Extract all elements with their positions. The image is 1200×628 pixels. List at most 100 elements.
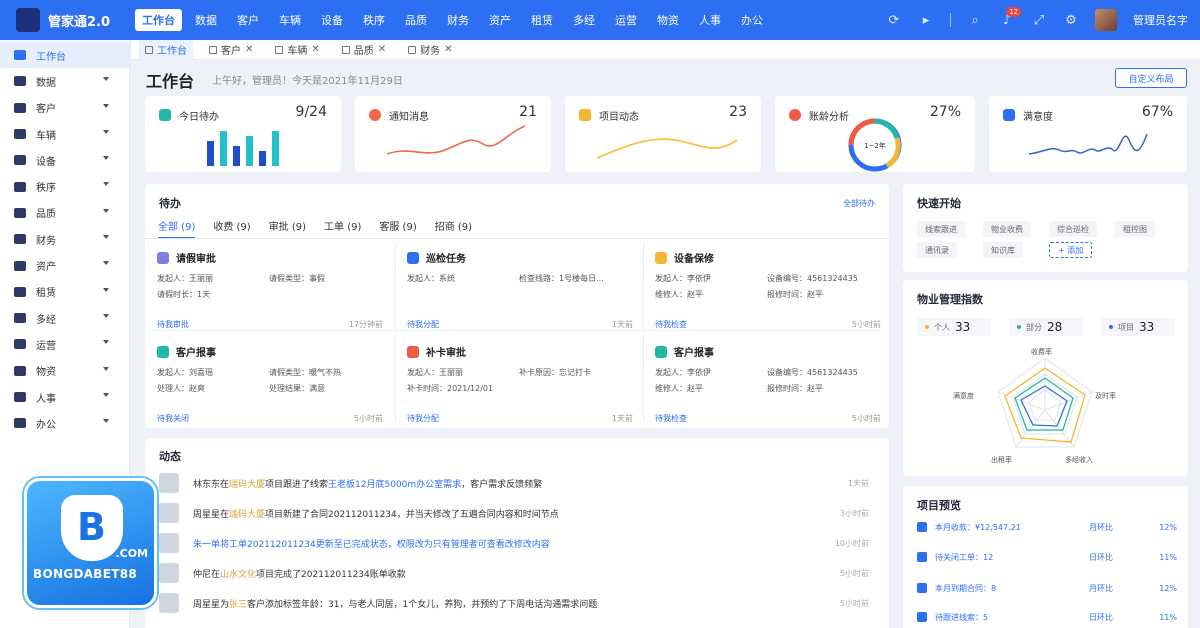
card-action-link[interactable]: 待我检查 bbox=[655, 319, 687, 330]
tab-workbench[interactable]: 工作台 bbox=[139, 39, 193, 60]
card-action-link[interactable]: 待我关闭 bbox=[157, 413, 189, 424]
todo-card-customer-report[interactable]: 客户报事 发起人：刘喜瑶 请假类型：暖气不热 处理人：赵爽 处理结果：满意 待我关闭… bbox=[157, 336, 395, 426]
project-row-icon bbox=[917, 583, 927, 593]
sidebar-item-vehicle[interactable]: 车辆 bbox=[0, 121, 129, 147]
topnav-lease[interactable]: 租赁 bbox=[524, 9, 560, 31]
card-action-link[interactable]: 待我检查 bbox=[655, 413, 687, 424]
topnav-office[interactable]: 办公 bbox=[734, 9, 770, 31]
activity-text: 周星星在瑞码大厦项目新建了合同202112011234，并当天修改了五遍合同内容… bbox=[193, 509, 559, 520]
avatar bbox=[159, 593, 179, 613]
bell-icon[interactable]: ♪ 12 bbox=[999, 7, 1021, 28]
search-icon[interactable]: ⌕ bbox=[967, 12, 983, 28]
topnav-hr[interactable]: 人事 bbox=[692, 9, 728, 31]
topnav-vehicle[interactable]: 车辆 bbox=[272, 9, 308, 31]
activity-item[interactable]: 朱一单将工单202112011234更新至已完成状态，权限改为只有管理者可查看改… bbox=[159, 530, 877, 556]
topnav-assets[interactable]: 资产 bbox=[482, 9, 518, 31]
activity-item[interactable]: 林东东在瑞码大厦项目跟进了线索王老板12月底5000m办公室需求，客户需求反馈频… bbox=[159, 470, 877, 496]
sidebar-item-data[interactable]: 数据 bbox=[0, 68, 129, 94]
card-action-link[interactable]: 待我审批 bbox=[157, 319, 189, 330]
tab-quality[interactable]: 品质 ✕ bbox=[336, 40, 392, 60]
project-row[interactable]: 待关闭工单：12 日环比 11% bbox=[917, 548, 1177, 566]
quick-chip[interactable]: 综合巡检 bbox=[1049, 221, 1097, 237]
topnav-workbench[interactable]: 工作台 bbox=[135, 9, 182, 31]
todo-card-inspection[interactable]: 巡检任务 发起人：系统 检查线路：1号楼每日... 待我分配 1天前 bbox=[407, 242, 645, 332]
sidebar-item-office[interactable]: 办公 bbox=[0, 410, 129, 436]
stat-card-todo[interactable]: 今日待办 9/24 bbox=[145, 96, 341, 172]
topnav-quality[interactable]: 品质 bbox=[398, 9, 434, 31]
close-icon[interactable]: ✕ bbox=[311, 44, 319, 55]
topnav-finance[interactable]: 财务 bbox=[440, 9, 476, 31]
quick-chip[interactable]: 知识库 bbox=[983, 242, 1023, 258]
tab-finance[interactable]: 财务 ✕ bbox=[402, 40, 458, 60]
topnav-diversified[interactable]: 多经 bbox=[566, 9, 602, 31]
app-logo[interactable]: 管家通2.0 bbox=[0, 8, 135, 32]
tab-vehicle[interactable]: 车辆 ✕ bbox=[269, 40, 325, 60]
leave-icon bbox=[157, 251, 169, 264]
todo-card-equipment-repair[interactable]: 设备保修 发起人：李依伊 设备编号：4561324435 维修人：赵平 报修时间：赵… bbox=[655, 242, 893, 332]
tab-label: 车辆 bbox=[287, 46, 308, 57]
todo-tab-workorder[interactable]: 工单 (9) bbox=[324, 218, 361, 239]
sidebar-item-hr[interactable]: 人事 bbox=[0, 384, 129, 410]
todo-tab-approval[interactable]: 审批 (9) bbox=[269, 218, 306, 239]
sidebar-item-operation[interactable]: 运营 bbox=[0, 331, 129, 357]
close-icon[interactable]: ✕ bbox=[245, 44, 253, 55]
play-icon[interactable]: ▸ bbox=[918, 12, 934, 28]
card-action-link[interactable]: 待我分配 bbox=[407, 319, 439, 330]
quick-chip[interactable]: 物业收费 bbox=[983, 221, 1031, 237]
radar-axis-label: 收费率 bbox=[1031, 348, 1052, 356]
quick-chip[interactable]: 线索跟进 bbox=[917, 221, 965, 237]
todo-card-clock-in-approval[interactable]: 补卡审批 发起人：王丽丽 补卡原因：忘记打卡 补卡时间：2021/12/01 待我… bbox=[407, 336, 645, 426]
project-row[interactable]: 本月收款：¥12,547.21 月环比 12% bbox=[917, 518, 1177, 536]
fullscreen-icon[interactable]: ⤢ bbox=[1031, 12, 1047, 28]
chevron-down-icon bbox=[103, 287, 109, 292]
close-icon[interactable]: ✕ bbox=[444, 44, 452, 55]
add-shortcut-button[interactable]: + 添加 bbox=[1049, 242, 1093, 258]
todo-tab-investment[interactable]: 招商 (9) bbox=[435, 218, 472, 239]
topnav-materials[interactable]: 物资 bbox=[650, 9, 686, 31]
sidebar-item-assets[interactable]: 资产 bbox=[0, 252, 129, 278]
sidebar-item-diversified[interactable]: 多经 bbox=[0, 305, 129, 331]
sidebar-item-label: 品质 bbox=[36, 209, 56, 221]
sidebar-item-finance[interactable]: 财务 bbox=[0, 226, 129, 252]
radar-axis-label: 满意度 bbox=[953, 392, 974, 400]
topnav-customer[interactable]: 客户 bbox=[230, 9, 266, 31]
activity-item[interactable]: 仲尼在山水文化项目完成了202112011234账单收款 5小时前 bbox=[159, 560, 877, 586]
chevron-down-icon bbox=[103, 340, 109, 345]
activity-item[interactable]: 周星星在瑞码大厦项目新建了合同202112011234，并当天修改了五遍合同内容… bbox=[159, 500, 877, 526]
sidebar-item-materials[interactable]: 物资 bbox=[0, 358, 129, 384]
sidebar-item-order[interactable]: 秩序 bbox=[0, 173, 129, 199]
sidebar-item-customer[interactable]: 客户 bbox=[0, 95, 129, 121]
sidebar-item-equipment[interactable]: 设备 bbox=[0, 147, 129, 173]
topnav-order[interactable]: 秩序 bbox=[356, 9, 392, 31]
sidebar-item-workbench[interactable]: 工作台 bbox=[0, 42, 129, 69]
customize-layout-button[interactable]: 自定义布局 bbox=[1115, 68, 1187, 88]
todo-card-customer-report-2[interactable]: 客户报事 发起人：李依伊 设备编号：4561324435 维修人：赵平 报修时间：赵… bbox=[655, 336, 893, 426]
todo-tab-service[interactable]: 客服 (9) bbox=[379, 218, 416, 239]
card-action-link[interactable]: 待我分配 bbox=[407, 413, 439, 424]
tab-customer[interactable]: 客户 ✕ bbox=[203, 40, 259, 60]
stat-card-aging-analysis[interactable]: 账龄分析 27% 1~2年 bbox=[775, 96, 975, 172]
topnav-operation[interactable]: 运营 bbox=[608, 9, 644, 31]
stat-card-notifications[interactable]: 通知消息 21 bbox=[355, 96, 551, 172]
project-row[interactable]: 本月到期合同：8 月环比 12% bbox=[917, 579, 1177, 597]
sidebar-item-lease[interactable]: 租赁 bbox=[0, 279, 129, 305]
todo-tab-charges[interactable]: 收费 (9) bbox=[213, 218, 250, 239]
activity-item[interactable]: 周星星为张三客户添加标签年龄：31，与老人同居，1个女儿，养狗，并预约了下周电话… bbox=[159, 590, 877, 616]
quick-chip[interactable]: 通讯录 bbox=[917, 242, 957, 258]
quick-chip[interactable]: 租控图 bbox=[1115, 221, 1155, 237]
card-time: 1天前 bbox=[611, 414, 633, 423]
gear-icon[interactable]: ⚙ bbox=[1063, 12, 1079, 28]
topnav-equipment[interactable]: 设备 bbox=[314, 9, 350, 31]
stat-card-project-updates[interactable]: 项目动态 23 bbox=[565, 96, 761, 172]
avatar[interactable] bbox=[1095, 9, 1117, 31]
all-todo-link[interactable]: 全部待办 bbox=[843, 198, 875, 209]
project-row[interactable]: 待跟进线索：5 日环比 11% bbox=[917, 608, 1177, 626]
sidebar-item-quality[interactable]: 品质 bbox=[0, 200, 129, 226]
todo-tab-all[interactable]: 全部 (9) bbox=[158, 218, 196, 239]
refresh-icon[interactable]: ⟳ bbox=[886, 12, 902, 28]
close-icon[interactable]: ✕ bbox=[378, 44, 386, 55]
stat-card-satisfaction[interactable]: 满意度 67% bbox=[989, 96, 1187, 172]
user-name[interactable]: 管理员名字 bbox=[1133, 12, 1188, 28]
todo-card-leave-approval[interactable]: 请假审批 发起人：王丽丽 请假类型：事假 请假时长：1天 待我审批 17分钟前 bbox=[157, 242, 395, 332]
topnav-data[interactable]: 数据 bbox=[188, 9, 224, 31]
